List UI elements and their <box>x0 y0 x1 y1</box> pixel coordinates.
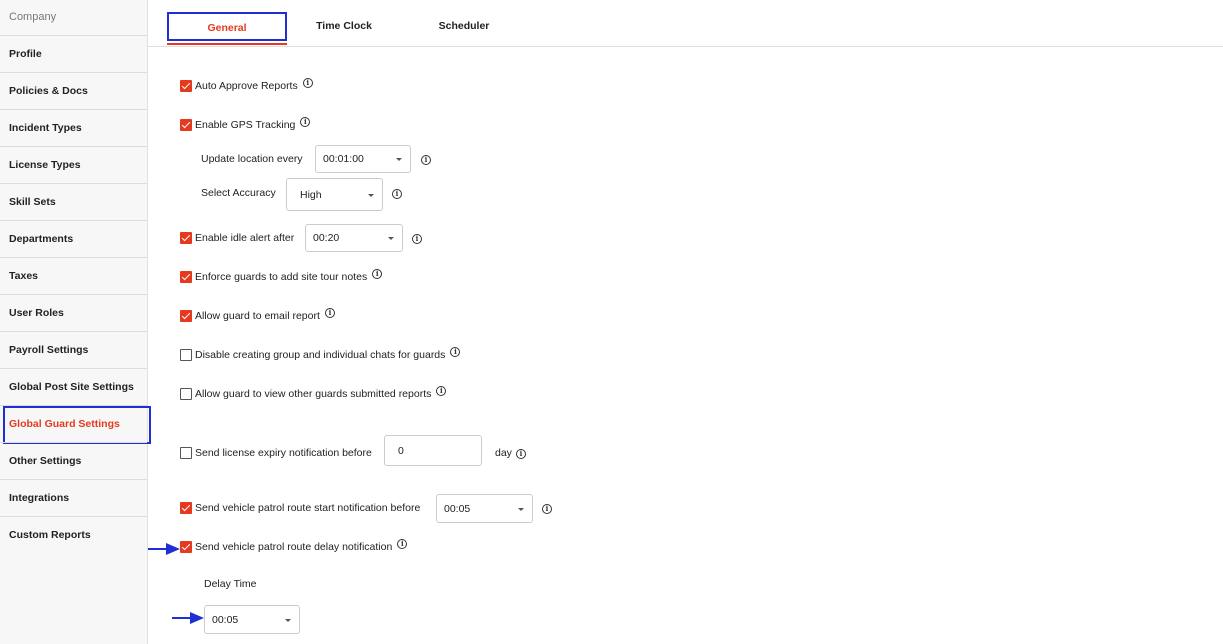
settings-sidebar: Company Profile Policies & Docs Incident… <box>0 0 151 644</box>
info-icon[interactable]: i <box>436 386 447 396</box>
chevron-down-icon <box>285 618 291 622</box>
license-expiry-value: 0 <box>398 444 404 457</box>
idle-alert-row: Enable idle alert after <box>180 232 294 244</box>
accuracy-value: High <box>300 188 322 201</box>
patrol-start-row: Send vehicle patrol route start notifica… <box>180 502 420 514</box>
sidebar-item-skill-sets[interactable]: Skill Sets <box>0 183 147 220</box>
chevron-down-icon <box>388 237 394 240</box>
info-icon[interactable]: i <box>412 234 422 244</box>
delay-time-value: 00:05 <box>212 613 239 626</box>
delay-time-label: Delay Time <box>204 578 257 590</box>
auto-approve-checkbox[interactable] <box>180 80 192 92</box>
email-report-row: Allow guard to email report i <box>180 308 335 322</box>
disable-chats-label: Disable creating group and individual ch… <box>195 349 446 361</box>
tab-bar: General Time Clock Scheduler <box>148 0 1223 47</box>
patrol-start-value: 00:05 <box>444 502 471 515</box>
email-report-label: Allow guard to email report <box>195 310 320 322</box>
update-location-value: 00:01:00 <box>323 153 364 165</box>
idle-alert-label: Enable idle alert after <box>195 232 295 244</box>
patrol-start-label: Send vehicle patrol route start notifica… <box>195 502 421 514</box>
sidebar-item-global-post-site-settings[interactable]: Global Post Site Settings <box>0 368 147 405</box>
accuracy-label: Select Accuracy <box>201 187 276 199</box>
gps-label: Enable GPS Tracking <box>195 119 296 131</box>
license-expiry-input[interactable]: 0 <box>384 435 482 466</box>
sidebar-item-profile[interactable]: Profile <box>0 35 147 72</box>
chevron-down-icon <box>368 193 374 197</box>
info-icon[interactable]: i <box>372 269 383 279</box>
sidebar-item-policies-docs[interactable]: Policies & Docs <box>0 72 147 109</box>
sidebar-item-other-settings[interactable]: Other Settings <box>0 442 147 479</box>
site-tour-label: Enforce guards to add site tour notes <box>195 271 368 283</box>
info-icon[interactable]: i <box>300 117 311 127</box>
info-icon[interactable]: i <box>516 449 526 459</box>
auto-approve-label: Auto Approve Reports <box>195 80 298 92</box>
auto-approve-row: Auto Approve Reports i <box>180 78 313 92</box>
site-tour-checkbox[interactable] <box>180 271 192 283</box>
sidebar-item-integrations[interactable]: Integrations <box>0 479 147 516</box>
sidebar-item-license-types[interactable]: License Types <box>0 146 147 183</box>
email-report-checkbox[interactable] <box>180 310 192 322</box>
info-icon[interactable]: i <box>324 308 335 318</box>
delay-time-select[interactable]: 00:05 <box>204 605 300 634</box>
chevron-down-icon <box>518 507 524 511</box>
idle-alert-value: 00:20 <box>313 232 340 244</box>
info-icon[interactable]: i <box>421 155 431 165</box>
view-reports-checkbox[interactable] <box>180 388 192 400</box>
arrow-icon <box>172 612 204 624</box>
site-tour-row: Enforce guards to add site tour notes i <box>180 269 383 283</box>
sidebar-item-user-roles[interactable]: User Roles <box>0 294 147 331</box>
sidebar-item-custom-reports[interactable]: Custom Reports <box>0 516 147 553</box>
idle-alert-select[interactable]: 00:20 <box>305 224 403 252</box>
tab-general[interactable]: General <box>167 12 287 45</box>
info-icon[interactable]: i <box>397 539 408 549</box>
patrol-delay-label: Send vehicle patrol route delay notifica… <box>195 541 393 553</box>
patrol-start-select[interactable]: 00:05 <box>436 494 533 523</box>
gps-row: Enable GPS Tracking i <box>180 117 311 131</box>
license-expiry-checkbox[interactable] <box>180 447 192 459</box>
disable-chats-checkbox[interactable] <box>180 349 192 361</box>
disable-chats-row: Disable creating group and individual ch… <box>180 347 461 361</box>
arrow-icon <box>148 543 180 555</box>
license-expiry-row: Send license expiry notification before <box>180 447 372 459</box>
update-location-select[interactable]: 00:01:00 <box>315 145 411 173</box>
tab-time-clock[interactable]: Time Clock <box>284 12 404 41</box>
view-reports-label: Allow guard to view other guards submitt… <box>195 388 432 400</box>
sidebar-item-taxes[interactable]: Taxes <box>0 257 147 294</box>
info-icon[interactable]: i <box>450 347 461 357</box>
accuracy-select[interactable]: High <box>286 178 383 211</box>
info-icon[interactable]: i <box>392 189 402 199</box>
sidebar-item-incident-types[interactable]: Incident Types <box>0 109 147 146</box>
chevron-down-icon <box>396 158 402 161</box>
view-reports-row: Allow guard to view other guards submitt… <box>180 386 447 400</box>
gps-checkbox[interactable] <box>180 119 192 131</box>
license-expiry-unit: day <box>495 447 512 459</box>
patrol-delay-row: Send vehicle patrol route delay notifica… <box>180 539 408 553</box>
info-icon[interactable]: i <box>302 78 313 88</box>
sidebar-item-payroll-settings[interactable]: Payroll Settings <box>0 331 147 368</box>
sidebar-heading: Company <box>9 11 57 23</box>
idle-alert-checkbox[interactable] <box>180 232 192 244</box>
update-location-label: Update location every <box>201 153 303 165</box>
sidebar-item-global-guard-settings[interactable]: Global Guard Settings <box>0 405 151 444</box>
license-expiry-label: Send license expiry notification before <box>195 447 372 459</box>
patrol-delay-checkbox[interactable] <box>180 541 192 553</box>
info-icon[interactable]: i <box>542 504 552 514</box>
patrol-start-checkbox[interactable] <box>180 502 192 514</box>
sidebar-item-departments[interactable]: Departments <box>0 220 147 257</box>
tab-scheduler[interactable]: Scheduler <box>404 12 524 41</box>
